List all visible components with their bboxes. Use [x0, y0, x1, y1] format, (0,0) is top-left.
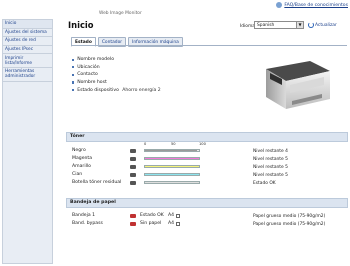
info-label: Nombre modelo	[77, 57, 115, 63]
paper-orientation-icon	[176, 213, 180, 218]
refresh-icon[interactable]	[308, 22, 314, 28]
paper-tray-name: Band. bypass	[72, 221, 103, 226]
toner-bar	[144, 164, 200, 169]
toner-name: Amarillo	[72, 164, 91, 169]
toner-cartridge-icon	[130, 164, 136, 169]
toner-name: Magenta	[72, 156, 93, 161]
toner-cartridge-icon	[130, 156, 136, 161]
toner-status: Nivel restante 5	[253, 172, 288, 178]
toner-bar-fill	[145, 181, 199, 184]
paper-tray-name: Bandeja 1	[72, 213, 96, 218]
paper-row-bandeja-1: Bandeja 1 Estado OK A4	[72, 212, 200, 219]
bullet-icon	[72, 81, 75, 84]
sidebar-item-ajustes-ipsec[interactable]: Ajustes IPsec	[3, 45, 52, 55]
bullet-icon	[72, 58, 75, 61]
toner-bar-fill	[145, 157, 199, 160]
toner-name: Cian	[72, 172, 83, 177]
paper-type: Papel grueso medio (75-90g/m2)	[253, 213, 326, 219]
info-label: Nombre host	[77, 80, 107, 86]
paper-size: A4	[168, 213, 175, 218]
toner-name: Negro	[72, 148, 86, 153]
toner-bar	[144, 180, 200, 185]
refresh-link[interactable]: Actualizar	[315, 23, 337, 28]
paper-tray-state: Sin papel	[140, 221, 162, 226]
paper-tray-icon	[130, 221, 136, 226]
paper-row-bypass: Band. bypass Sin papel A4	[72, 220, 200, 227]
device-info: Nombre modelo Ubicación Contacto Nombre …	[72, 56, 161, 94]
help-link-label[interactable]: FAQ/Base de conocimientos	[284, 3, 348, 8]
info-value: Ahorro energía 2	[122, 87, 161, 93]
toner-bar-fill	[145, 149, 197, 152]
bullet-icon	[72, 73, 75, 77]
paper-tray-state: Estado OK	[140, 213, 164, 218]
info-row-model: Nombre modelo	[72, 56, 161, 64]
sidebar-item-inicio[interactable]: Inicio	[3, 20, 52, 29]
app-title: Web Image Monitor	[99, 11, 142, 16]
toner-cartridge-icon	[130, 180, 136, 185]
info-label: Estado dispositivo	[77, 87, 119, 93]
paper-section: Bandeja de papel	[66, 198, 348, 208]
bullet-icon	[72, 89, 75, 92]
tab-divider	[71, 45, 347, 46]
help-icon	[276, 2, 283, 8]
page-title: Inicio	[68, 20, 94, 30]
toner-bar	[144, 148, 200, 153]
paper-size: A4	[168, 221, 175, 226]
paper-type: Papel grueso medio (75-90g/m2)	[253, 221, 326, 227]
paper-tray-icon	[130, 213, 136, 218]
help-link[interactable]: FAQ/Base de conocimientos	[276, 2, 348, 8]
info-row-location: Ubicación	[72, 64, 161, 72]
bullet-icon	[72, 66, 75, 69]
toner-bar	[144, 156, 200, 161]
sidebar: Inicio Ajustes del sistema Ajustes de re…	[2, 19, 53, 264]
scale-label: 0	[144, 142, 147, 146]
toner-cartridge-icon	[130, 148, 136, 153]
scale-label: 50	[171, 142, 176, 146]
toner-status: Estado OK	[253, 180, 276, 186]
sidebar-item-imprimir-lista[interactable]: Imprimir lista/Informe	[3, 54, 52, 69]
language-select[interactable]: Spanish ▼	[254, 21, 304, 29]
language-label: Idioma	[240, 24, 255, 29]
scale-label: 100	[199, 142, 206, 146]
toner-bar-fill	[145, 165, 199, 168]
toner-row-residual: Botella tóner residual	[72, 179, 200, 186]
info-label: Ubicación	[77, 64, 100, 70]
info-row-status: Estado dispositivo Ahorro energía 2	[72, 86, 161, 94]
sidebar-item-ajustes-red[interactable]: Ajustes de red	[3, 37, 52, 46]
toner-cartridge-icon	[130, 172, 136, 177]
toner-row-cian: Cian	[72, 171, 200, 178]
printer-icon	[266, 61, 330, 109]
paper-section-title: Bandeja de papel	[66, 198, 348, 208]
sidebar-item-herramientas[interactable]: Herramientas administrador	[3, 68, 52, 82]
toner-status: Nivel restante 4	[253, 148, 288, 154]
chevron-down-icon[interactable]: ▼	[296, 22, 303, 28]
main-content: Inicio Idioma Spanish ▼ Actualizar Estad…	[60, 18, 348, 264]
toner-row-amarillo: Amarillo	[72, 163, 200, 170]
toner-row-negro: Negro	[72, 147, 200, 154]
toner-name: Botella tóner residual	[72, 180, 122, 185]
toner-status: Nivel restante 5	[253, 164, 288, 170]
toner-status: Nivel restante 5	[253, 156, 288, 162]
toner-section: Tóner	[66, 132, 348, 142]
sidebar-item-ajustes-sistema[interactable]: Ajustes del sistema	[3, 28, 52, 38]
toner-row-magenta: Magenta	[72, 155, 200, 162]
info-row-contact: Contacto	[72, 71, 161, 79]
top-strip: Web Image Monitor FAQ/Base de conocimien…	[0, 0, 350, 18]
paper-orientation-icon	[176, 221, 180, 226]
language-select-value: Spanish	[257, 22, 275, 28]
toner-bar-fill	[145, 173, 199, 176]
toner-bar	[144, 172, 200, 177]
info-row-host: Nombre host	[72, 79, 161, 87]
toner-section-title: Tóner	[66, 132, 348, 142]
info-label: Contacto	[77, 72, 98, 78]
